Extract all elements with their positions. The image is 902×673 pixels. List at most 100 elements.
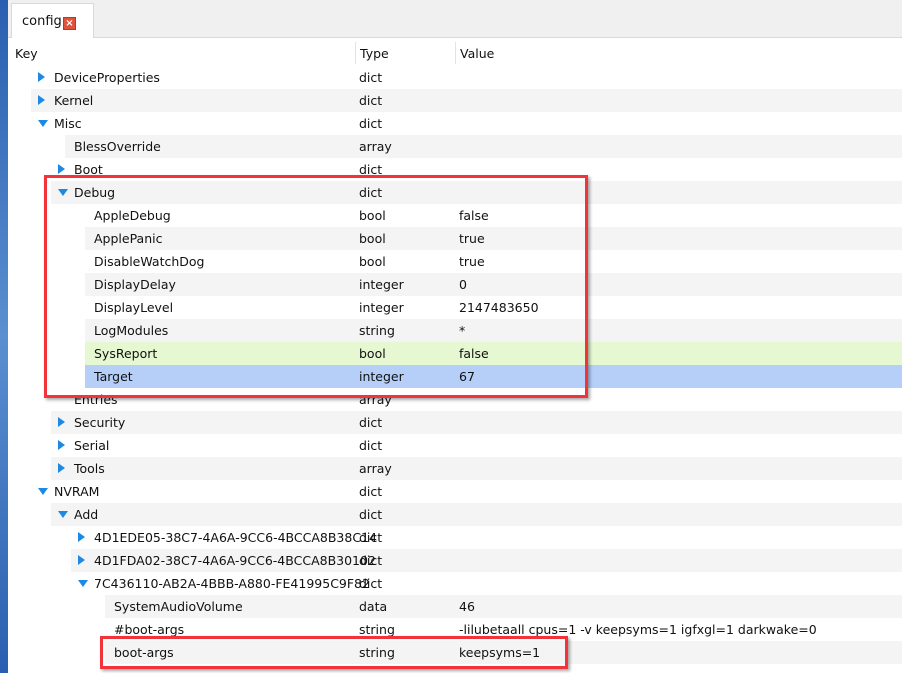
- row-key: 4D1EDE05-38C7-4A6A-9CC6-4BCCA8B38C14: [94, 530, 377, 545]
- tree-row[interactable]: DeviceProperties dict: [31, 66, 902, 89]
- tab-bar: config ×: [8, 0, 902, 38]
- tree-row[interactable]: #boot-args string -lilubetaall cpus=1 -v k…: [105, 618, 902, 641]
- expand-arrow-right-icon[interactable]: [78, 532, 85, 542]
- tree-row[interactable]: BlessOverride array: [65, 135, 902, 158]
- tree-row[interactable]: Tools array: [51, 457, 902, 480]
- row-type: bool: [359, 346, 386, 361]
- row-key: NVRAM: [54, 484, 100, 499]
- row-type: string: [359, 323, 395, 338]
- tree-row[interactable]: LogModules string *: [85, 319, 902, 342]
- expand-arrow-down-icon[interactable]: [58, 189, 68, 196]
- row-key: DeviceProperties: [54, 70, 160, 85]
- tree-row[interactable]: Kernel dict: [31, 89, 902, 112]
- column-divider[interactable]: [455, 42, 456, 64]
- row-type: dict: [359, 162, 383, 177]
- row-type: dict: [359, 576, 383, 591]
- tree-row[interactable]: Serial dict: [51, 434, 902, 457]
- row-type: array: [359, 461, 392, 476]
- row-type: bool: [359, 208, 386, 223]
- row-key: 7C436110-AB2A-4BBB-A880-FE41995C9F82: [94, 576, 370, 591]
- row-value: keepsyms=1: [459, 645, 541, 660]
- row-key: DisplayLevel: [94, 300, 174, 315]
- row-type: dict: [359, 484, 383, 499]
- row-type: data: [359, 599, 388, 614]
- expand-arrow-right-icon[interactable]: [38, 72, 45, 82]
- tree-row[interactable]: NVRAM dict: [31, 480, 902, 503]
- row-key: 4D1FDA02-38C7-4A6A-9CC6-4BCCA8B30102: [94, 553, 376, 568]
- row-key: LogModules: [94, 323, 169, 338]
- row-key: Debug: [74, 185, 116, 200]
- row-type: dict: [359, 415, 383, 430]
- header-key[interactable]: Key: [15, 46, 38, 61]
- row-key: SysReport: [94, 346, 158, 361]
- expand-arrow-right-icon[interactable]: [58, 164, 65, 174]
- tree-row[interactable]: Boot dict: [51, 158, 902, 181]
- tree-row[interactable]: Add dict: [51, 503, 902, 526]
- tree-row[interactable]: ApplePanic bool true: [85, 227, 902, 250]
- tree-row[interactable]: AppleDebug bool false: [85, 204, 902, 227]
- row-key: Serial: [74, 438, 110, 453]
- expand-arrow-down-icon[interactable]: [58, 511, 68, 518]
- expand-arrow-down-icon[interactable]: [38, 488, 48, 495]
- row-key: Misc: [54, 116, 82, 131]
- row-key: BlessOverride: [74, 139, 161, 154]
- expand-arrow-down-icon[interactable]: [78, 580, 88, 587]
- row-type: dict: [359, 70, 383, 85]
- row-key: AppleDebug: [94, 208, 171, 223]
- expand-arrow-right-icon[interactable]: [38, 95, 45, 105]
- header-type[interactable]: Type: [360, 46, 389, 61]
- tree-row[interactable]: 4D1EDE05-38C7-4A6A-9CC6-4BCCA8B38C14 dict: [71, 526, 902, 549]
- row-key: Kernel: [54, 93, 94, 108]
- expand-arrow-right-icon[interactable]: [78, 555, 85, 565]
- tree-row[interactable]: Security dict: [51, 411, 902, 434]
- row-key: Add: [74, 507, 99, 522]
- tree-row[interactable]: 4D1FDA02-38C7-4A6A-9CC6-4BCCA8B30102 dict: [71, 549, 902, 572]
- row-type: dict: [359, 530, 383, 545]
- expand-arrow-right-icon[interactable]: [58, 463, 65, 473]
- row-type: dict: [359, 438, 383, 453]
- row-value: true: [459, 231, 485, 246]
- tree-row[interactable]: Target integer 67: [85, 365, 902, 388]
- tree-row[interactable]: DisableWatchDog bool true: [85, 250, 902, 273]
- tree-row[interactable]: 7C436110-AB2A-4BBB-A880-FE41995C9F82 dict: [71, 572, 902, 595]
- row-type: bool: [359, 254, 386, 269]
- header-value[interactable]: Value: [460, 46, 494, 61]
- tree-row[interactable]: Entries array: [65, 388, 902, 411]
- tree-row[interactable]: DisplayLevel integer 2147483650: [85, 296, 902, 319]
- tab-label: config: [22, 14, 62, 29]
- row-key: Security: [74, 415, 126, 430]
- expand-arrow-down-icon[interactable]: [38, 120, 48, 127]
- tree-row[interactable]: Misc dict: [31, 112, 902, 135]
- column-divider[interactable]: [355, 42, 356, 64]
- row-type: dict: [359, 116, 383, 131]
- desktop-edge: [0, 0, 8, 673]
- tree-row[interactable]: SysReport bool false: [85, 342, 902, 365]
- row-type: dict: [359, 93, 383, 108]
- row-value: true: [459, 254, 485, 269]
- row-type: integer: [359, 369, 404, 384]
- column-header: Key Type Value: [8, 42, 902, 65]
- row-key: Entries: [74, 392, 118, 407]
- row-type: array: [359, 392, 392, 407]
- tab-config[interactable]: config ×: [11, 3, 94, 38]
- row-value: 2147483650: [459, 300, 539, 315]
- expand-arrow-right-icon[interactable]: [58, 440, 65, 450]
- tree-row[interactable]: DisplayDelay integer 0: [85, 273, 902, 296]
- expand-arrow-right-icon[interactable]: [58, 417, 65, 427]
- tree-row[interactable]: Debug dict: [51, 181, 902, 204]
- row-value: -lilubetaall cpus=1 -v keepsyms=1 igfxgl…: [459, 622, 817, 637]
- row-value: false: [459, 208, 489, 223]
- row-type: dict: [359, 553, 383, 568]
- tree-row[interactable]: SystemAudioVolume data 46: [105, 595, 902, 618]
- row-type: dict: [359, 507, 383, 522]
- row-value: false: [459, 346, 489, 361]
- close-icon[interactable]: ×: [63, 17, 76, 30]
- row-key: Boot: [74, 162, 103, 177]
- row-type: dict: [359, 185, 383, 200]
- row-value: 46: [459, 599, 475, 614]
- row-key: SystemAudioVolume: [114, 599, 243, 614]
- row-key: #boot-args: [114, 622, 185, 637]
- row-key: Target: [94, 369, 133, 384]
- row-value: 67: [459, 369, 475, 384]
- tree-row[interactable]: boot-args string keepsyms=1: [105, 641, 902, 664]
